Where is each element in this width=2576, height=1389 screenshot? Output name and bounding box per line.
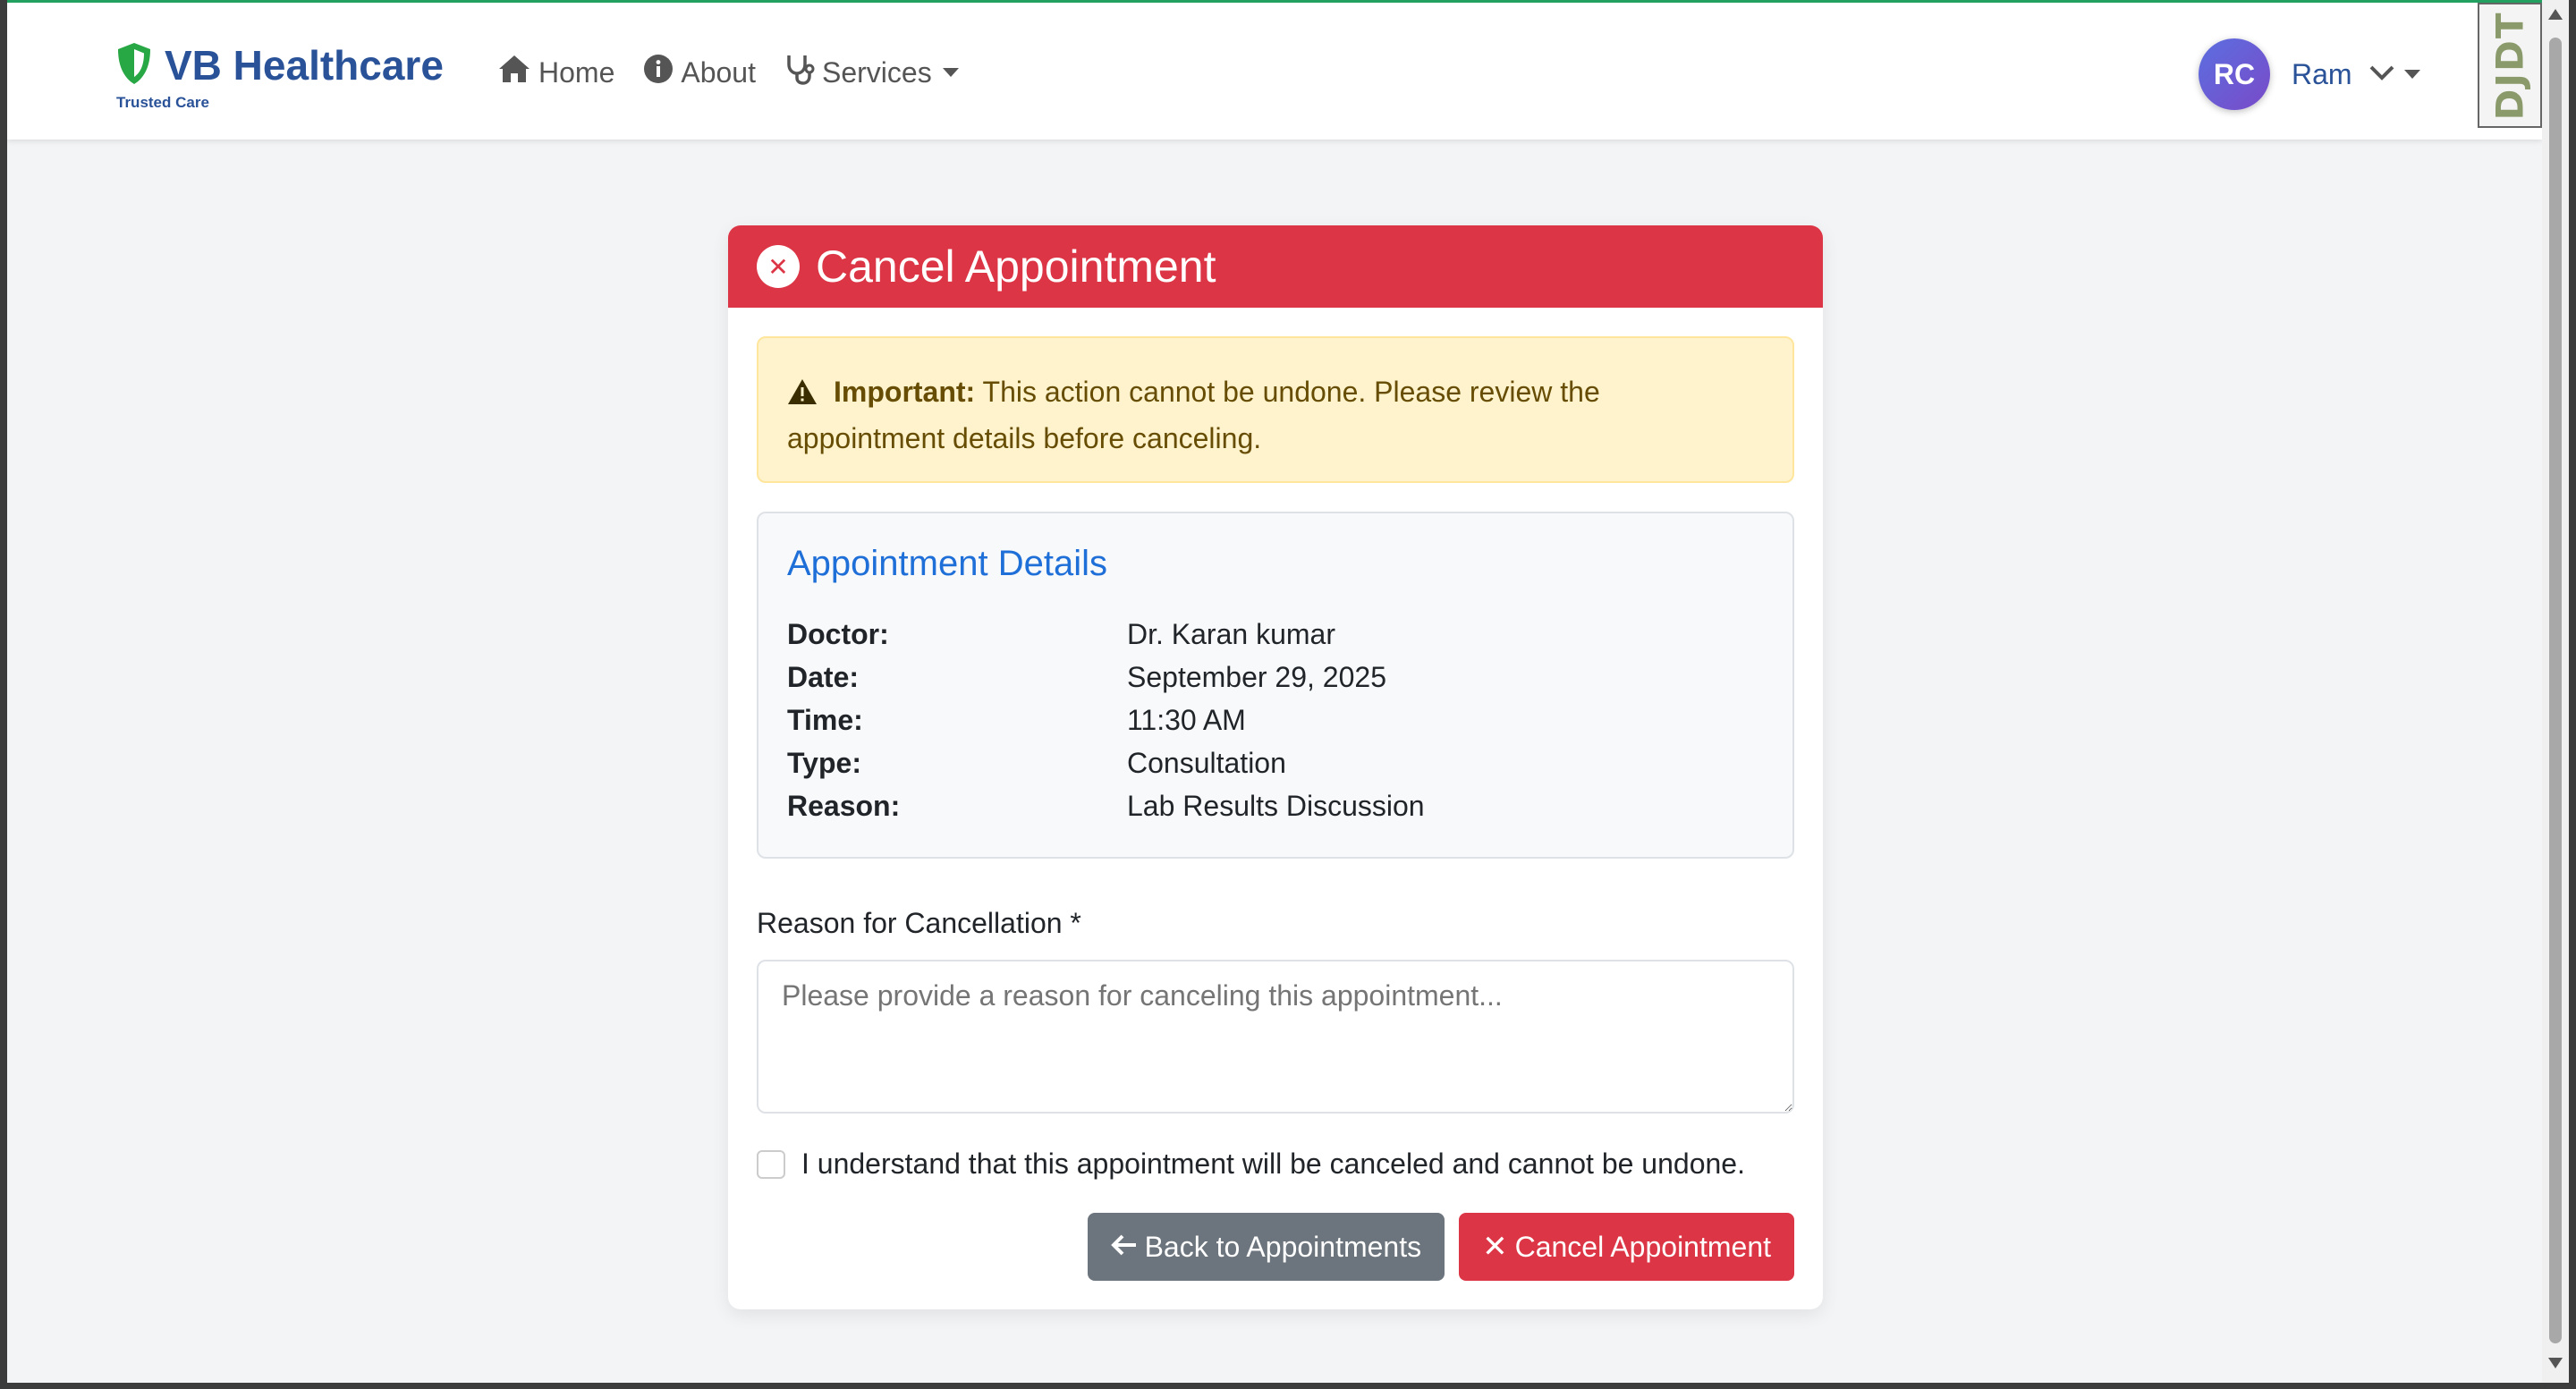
cancel-appointment-card: ✕ Cancel Appointment Important: This act… (728, 225, 1823, 1309)
confirm-label[interactable]: I understand that this appointment will … (801, 1148, 1745, 1181)
reason-label: Reason for Cancellation * (757, 907, 1081, 939)
caret-down-icon (2403, 70, 2420, 79)
nav-links: Home About Services (497, 53, 987, 92)
detail-value: Lab Results Discussion (1127, 790, 1425, 822)
warning-alert: Important: This action cannot be undone.… (757, 336, 1794, 483)
detail-label: Reason: (787, 790, 901, 822)
brand-subtitle: Trusted Care (116, 94, 209, 111)
detail-value: 11:30 AM (1127, 704, 1246, 736)
x-circle-icon: ✕ (757, 245, 800, 288)
user-menu[interactable]: RC Ram (2199, 38, 2420, 110)
card-header: ✕ Cancel Appointment (728, 225, 1823, 308)
brand-title: VB Healthcare (165, 42, 444, 89)
chevron-down-icon (2368, 64, 2395, 86)
detail-value: Consultation (1127, 747, 1286, 779)
detail-label: Doctor: (787, 618, 889, 650)
arrow-left-icon (1110, 1231, 1145, 1264)
avatar: RC (2199, 38, 2270, 110)
confirm-row: I understand that this appointment will … (757, 1148, 1794, 1181)
debug-toolbar-handle[interactable]: DJDT (2478, 3, 2542, 128)
debug-toolbar-label: DJDT (2487, 10, 2532, 121)
shield-icon (114, 41, 154, 90)
page-title: Cancel Appointment (816, 241, 1216, 292)
detail-value: September 29, 2025 (1127, 661, 1386, 693)
scroll-thumb[interactable] (2549, 38, 2562, 1343)
cancel-appointment-button[interactable]: ✕ Cancel Appointment (1459, 1213, 1794, 1281)
alert-strong: Important: (834, 376, 976, 408)
close-icon: ✕ (1482, 1230, 1508, 1264)
details-heading: Appointment Details (787, 544, 1107, 583)
brand-logo[interactable]: VB Healthcare Trusted Care (114, 40, 444, 112)
detail-label: Date: (787, 661, 860, 693)
detail-row: Type: Consultation (787, 741, 1764, 784)
warning-triangle-icon (787, 374, 818, 417)
confirm-checkbox[interactable] (757, 1149, 785, 1179)
card-body: Important: This action cannot be undone.… (728, 308, 1823, 1281)
detail-row: Reason: Lab Results Discussion (787, 784, 1764, 827)
page-scrollbar[interactable] (2542, 0, 2569, 1383)
nav-home-label: Home (538, 55, 615, 89)
back-to-appointments-button[interactable]: Back to Appointments (1087, 1213, 1445, 1281)
action-buttons: Back to Appointments ✕ Cancel Appointmen… (757, 1213, 1794, 1281)
top-navbar: VB Healthcare Trusted Care Home About Se… (7, 0, 2542, 140)
detail-row: Time: 11:30 AM (787, 699, 1764, 741)
user-name: Ram (2292, 57, 2352, 90)
back-button-label: Back to Appointments (1144, 1230, 1422, 1263)
stethoscope-icon (784, 53, 822, 92)
scroll-down-arrow-icon[interactable] (2548, 1358, 2563, 1368)
nav-home[interactable]: Home (497, 54, 614, 91)
scroll-up-arrow-icon[interactable] (2548, 9, 2563, 20)
nav-services-label: Services (821, 55, 932, 89)
home-icon (497, 54, 538, 91)
reason-textarea[interactable] (757, 960, 1794, 1114)
page-viewport: VB Healthcare Trusted Care Home About Se… (7, 0, 2542, 1383)
detail-label: Time: (787, 704, 863, 736)
detail-row: Doctor: Dr. Karan kumar (787, 613, 1764, 656)
appointment-details: Appointment Details Doctor: Dr. Karan ku… (757, 512, 1794, 859)
detail-label: Type: (787, 747, 861, 779)
cancel-button-label: Cancel Appointment (1514, 1230, 1771, 1263)
nav-services-dropdown[interactable]: Services (784, 53, 959, 92)
caret-down-icon (942, 68, 959, 77)
info-icon (643, 54, 681, 91)
detail-value: Dr. Karan kumar (1127, 618, 1335, 650)
nav-about[interactable]: About (643, 54, 756, 91)
detail-row: Date: September 29, 2025 (787, 656, 1764, 699)
nav-about-label: About (681, 55, 756, 89)
